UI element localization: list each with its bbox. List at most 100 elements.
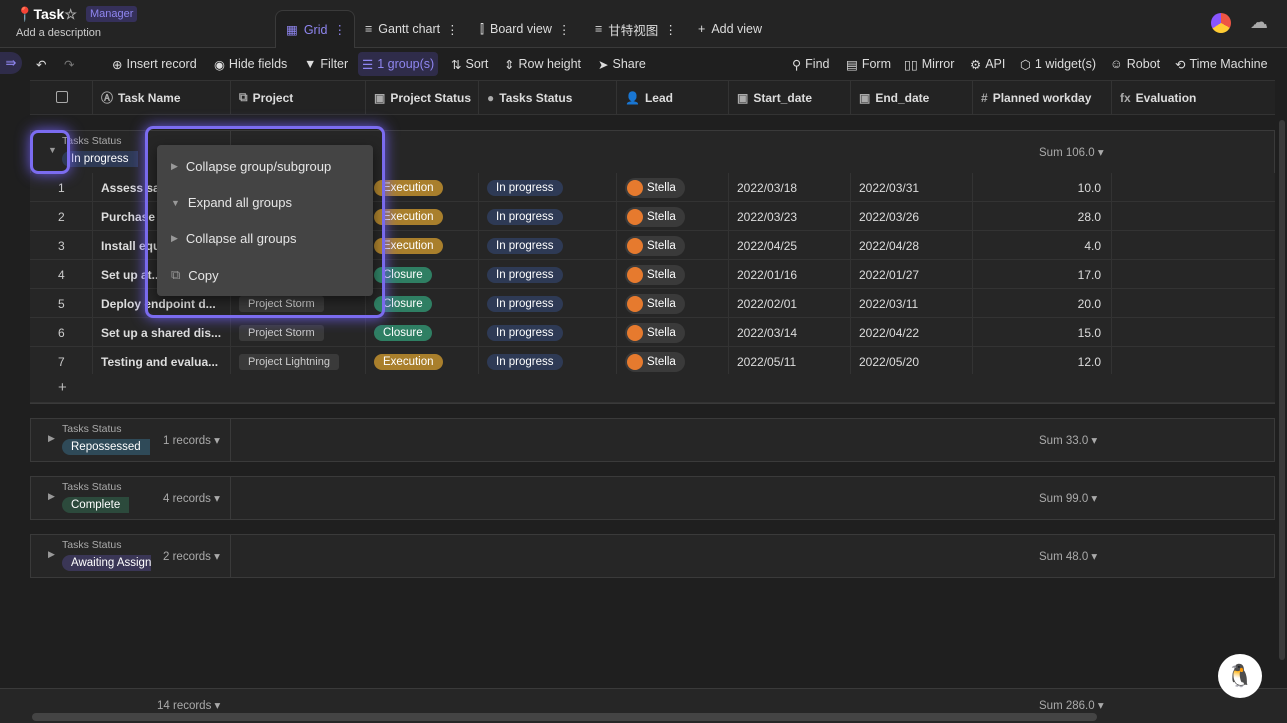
planned-workday-cell[interactable]: 10.0: [972, 173, 1111, 202]
more-icon[interactable]: ⋮: [558, 22, 571, 37]
project-status-cell[interactable]: Closure: [365, 318, 478, 347]
lead-cell[interactable]: Stella: [616, 318, 728, 347]
toolbar-1-widget-s-[interactable]: ⬡ 1 widget(s): [1016, 52, 1100, 76]
menu-item-copy[interactable]: ⧉ Copy: [171, 267, 219, 283]
task-name-cell[interactable]: Set up a shared dis...: [92, 318, 230, 347]
tasks-status-cell[interactable]: In progress: [478, 173, 616, 202]
end-date-cell[interactable]: 2022/01/27: [850, 260, 972, 289]
planned-workday-cell[interactable]: 15.0: [972, 318, 1111, 347]
group-sum[interactable]: Sum 99.0 ▾: [1039, 491, 1097, 505]
row-number[interactable]: 2: [30, 202, 92, 231]
column-header-planned-workday[interactable]: # Planned workday: [972, 80, 1111, 115]
column-header-task-name[interactable]: Ⓐ Task Name: [92, 80, 230, 115]
page-title[interactable]: 📍Task☆: [16, 6, 77, 23]
menu-item-collapse-group[interactable]: ▶ Collapse group/subgroup: [171, 159, 331, 174]
evaluation-cell[interactable]: [1111, 318, 1275, 347]
project-status-cell[interactable]: Execution: [365, 347, 478, 376]
end-date-cell[interactable]: 2022/04/28: [850, 231, 972, 260]
lead-cell[interactable]: Stella: [616, 260, 728, 289]
toolbar-form[interactable]: ▤ Form: [842, 52, 895, 76]
tab-gantt[interactable]: ≡ Gantt chart ⋮: [355, 10, 469, 48]
total-sum[interactable]: Sum 286.0 ▾: [1039, 698, 1104, 712]
table-row[interactable]: 7 Testing and evalua... Project Lightning E…: [30, 347, 1275, 376]
toolbar-filter[interactable]: ▼ Filter: [300, 52, 352, 76]
undo-icon[interactable]: ↶: [32, 52, 50, 76]
planned-workday-cell[interactable]: 28.0: [972, 202, 1111, 231]
evaluation-cell[interactable]: [1111, 289, 1275, 318]
toolbar-share[interactable]: ➤ Share: [594, 52, 650, 76]
group-header[interactable]: ▶ Tasks Status Awaiting Assignment 2 record…: [30, 534, 1275, 578]
start-date-cell[interactable]: 2022/01/16: [728, 260, 850, 289]
planned-workday-cell[interactable]: 20.0: [972, 289, 1111, 318]
evaluation-cell[interactable]: [1111, 260, 1275, 289]
tasks-status-cell[interactable]: In progress: [478, 260, 616, 289]
start-date-cell[interactable]: 2022/03/23: [728, 202, 850, 231]
total-records[interactable]: 14 records ▾: [157, 698, 220, 712]
tab-gantt-cn[interactable]: ≡ 甘特视图 ⋮: [585, 10, 687, 48]
add-record-icon[interactable]: +: [58, 379, 67, 396]
horizontal-scrollbar[interactable]: [32, 713, 1097, 721]
group-sum[interactable]: Sum 106.0 ▾: [1039, 145, 1104, 159]
toolbar-find[interactable]: ⚲ Find: [788, 52, 833, 76]
row-number[interactable]: 4: [30, 260, 92, 289]
evaluation-cell[interactable]: [1111, 231, 1275, 260]
lead-cell[interactable]: Stella: [616, 289, 728, 318]
column-header-project-status[interactable]: ▣ Project Status: [365, 80, 478, 115]
menu-item-collapse-all[interactable]: ▶ Collapse all groups: [171, 231, 297, 246]
sidebar-toggle-icon[interactable]: ⇛: [0, 52, 22, 74]
start-date-cell[interactable]: 2022/03/14: [728, 318, 850, 347]
tab-board[interactable]: ⫿ Board view ⋮: [470, 10, 580, 48]
tasks-status-cell[interactable]: In progress: [478, 347, 616, 376]
end-date-cell[interactable]: 2022/03/11: [850, 289, 972, 318]
lead-cell[interactable]: Stella: [616, 173, 728, 202]
start-date-cell[interactable]: 2022/02/01: [728, 289, 850, 318]
group-sum[interactable]: Sum 48.0 ▾: [1039, 549, 1097, 563]
row-number[interactable]: 3: [30, 231, 92, 260]
column-header-tasks-status[interactable]: ● Tasks Status: [478, 80, 616, 115]
more-icon[interactable]: ⋮: [446, 22, 459, 37]
redo-icon[interactable]: ↷: [60, 52, 78, 76]
star-icon[interactable]: ☆: [64, 6, 77, 22]
tasks-status-cell[interactable]: In progress: [478, 231, 616, 260]
group-sum[interactable]: Sum 33.0 ▾: [1039, 433, 1097, 447]
evaluation-cell[interactable]: [1111, 202, 1275, 231]
toolbar-robot[interactable]: ☺ Robot: [1106, 52, 1164, 76]
table-row[interactable]: 6 Set up a shared dis... Project Storm Clos…: [30, 318, 1275, 347]
toolbar-hide-fields[interactable]: ◉ Hide fields: [210, 52, 291, 76]
more-icon[interactable]: ⋮: [664, 22, 677, 37]
expand-toggle-icon[interactable]: ▶: [48, 491, 55, 502]
toolbar-mirror[interactable]: ▯▯ Mirror: [900, 52, 958, 76]
column-header-lead[interactable]: 👤 Lead: [616, 80, 728, 115]
expand-toggle-icon[interactable]: ▶: [48, 549, 55, 560]
group-record-count[interactable]: 2 records ▾: [163, 549, 220, 563]
toolbar-insert-record[interactable]: ⊕ Insert record: [108, 52, 201, 76]
lead-cell[interactable]: Stella: [616, 347, 728, 376]
assistant-mascot-icon[interactable]: 🐧: [1218, 654, 1262, 698]
end-date-cell[interactable]: 2022/03/31: [850, 173, 972, 202]
task-name-cell[interactable]: Testing and evalua...: [92, 347, 230, 376]
column-header-project[interactable]: ⧉ Project: [230, 80, 365, 115]
description[interactable]: Add a description: [16, 27, 101, 39]
start-date-cell[interactable]: 2022/05/11: [728, 347, 850, 376]
start-date-cell[interactable]: 2022/03/18: [728, 173, 850, 202]
group-record-count[interactable]: 4 records ▾: [163, 491, 220, 505]
planned-workday-cell[interactable]: 17.0: [972, 260, 1111, 289]
row-number[interactable]: 5: [30, 289, 92, 318]
end-date-cell[interactable]: 2022/03/26: [850, 202, 972, 231]
group-record-count[interactable]: 1 records ▾: [163, 433, 220, 447]
expand-toggle-icon[interactable]: ▶: [48, 433, 55, 444]
tasks-status-cell[interactable]: In progress: [478, 318, 616, 347]
column-header-end-date[interactable]: ▣ End_date: [850, 80, 972, 115]
tab-grid[interactable]: ▦ Grid ⋮: [275, 10, 355, 48]
cloud-icon[interactable]: ☁: [1250, 12, 1268, 33]
planned-workday-cell[interactable]: 12.0: [972, 347, 1111, 376]
evaluation-cell[interactable]: [1111, 347, 1275, 376]
end-date-cell[interactable]: 2022/04/22: [850, 318, 972, 347]
toolbar-sort[interactable]: ⇅ Sort: [447, 52, 492, 76]
app-logo[interactable]: [1211, 13, 1231, 33]
lead-cell[interactable]: Stella: [616, 202, 728, 231]
add-row[interactable]: +: [30, 374, 1275, 403]
toolbar-time-machine[interactable]: ⟲ Time Machine: [1171, 52, 1272, 76]
planned-workday-cell[interactable]: 4.0: [972, 231, 1111, 260]
group-header[interactable]: ▶ Tasks Status Repossessed 1 records ▾ Sum 3…: [30, 418, 1275, 462]
